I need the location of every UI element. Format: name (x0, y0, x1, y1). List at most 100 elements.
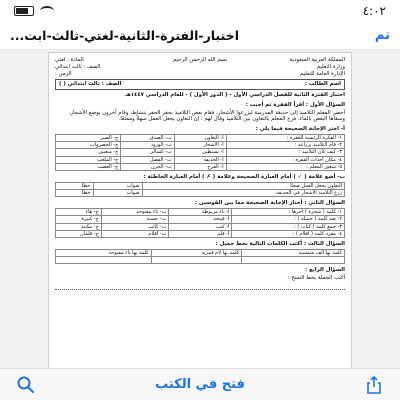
question-1-passage: أحضر المعلم التلاميذ إلى حديقة المدرسة ل… (68, 109, 345, 123)
table-row: التعاون يجعل العمل صعبًا . صواب خطأ (55, 181, 346, 191)
table-cell: ب- تاء مفتوحة (100, 207, 170, 217)
status-icons (14, 6, 54, 16)
table-cell: كلمة بها ألف شمسية (241, 248, 345, 258)
header-line: وزارة التعليم (316, 63, 345, 70)
header-line: الزمن : (55, 70, 72, 77)
answer-cell (150, 256, 243, 264)
table-cell: ج- مكتبة (55, 222, 102, 231)
table-cell: كلمة بها تاء مفتوحة (55, 248, 152, 258)
table-cell: أ- نشيطين (173, 148, 227, 157)
question-1-title: السؤال الأول : أقرأ الفقرة ثم أجيب : (245, 101, 345, 108)
question-3-title: السؤال الثالث : أكتب الكلمات التالية بخط… (215, 241, 345, 247)
table-cell: أ- قبيحة (168, 215, 233, 224)
table-cell: ب- كسالى (120, 148, 175, 157)
search-icon (17, 376, 34, 393)
table-cell: ٢- قام التلاميذ بزراعة : (225, 140, 346, 150)
table-row: ٣- كيف كان التلاميذ : أ- نشيطين ب- كسالى… (54, 148, 346, 157)
question-3-table: كلمة بها ألف شمسية كلمة بها لام قمرية كل… (55, 248, 345, 264)
table-row (55, 256, 345, 264)
table-cell: خطأ (55, 188, 94, 198)
table-cell: ٤- مكان أحداث الفقرة : (225, 155, 346, 164)
table-cell: ج- قلمان (55, 229, 102, 239)
header-line: الإدارة العامة للتعليم (299, 70, 345, 77)
table-cell: أ- تاء مربوطة (168, 207, 233, 217)
page-header: المملكة العربية السعودية وزارة التعليم ا… (55, 57, 345, 77)
table-cell: ب- الفصل (120, 155, 175, 164)
question-2-title: السؤال الثاني : أختار الإجابة الصحيحة مم… (194, 200, 345, 207)
table-row: ١- الفكرة الرئيسة للفقرة : أ- التعاون ب-… (54, 133, 346, 143)
document-viewer[interactable]: المملكة العربية السعودية وزارة التعليم ا… (0, 50, 400, 368)
share-button[interactable] (364, 375, 384, 395)
table-cell: أ- الحديقة (173, 155, 227, 164)
true-false-table: التعاون يجعل العمل صعبًا . صواب خطأ زرع … (55, 181, 346, 198)
table-cell: كلمة بها لام قمرية (150, 248, 243, 258)
student-label: اسم الطالب : (304, 81, 341, 88)
header-center: بسم الله الرحمن الرحيم (152, 57, 248, 64)
header-left: المادة : لغتي الصف : ثالث ابتدائي الزمن … (55, 57, 151, 77)
table-cell: صواب (92, 188, 143, 198)
table-row: كلمة بها ألف شمسية كلمة بها لام قمرية كل… (55, 248, 345, 258)
header-line: المادة : لغتي (55, 57, 84, 63)
table-row: ٤- مكان أحداث الفقرة : أ- الحديقة ب- الف… (54, 155, 346, 164)
table-cell: خطأ (55, 181, 94, 191)
question-1-part-a: أ- اختر الإجابة الصحيحة فيما يلي : (255, 126, 345, 132)
table-cell: ج- متعبين (54, 148, 122, 157)
bottom-toolbar: فتح في الكتب (0, 368, 400, 400)
question-4-instruction: أكتب الجملة بخط النسخ : (287, 274, 345, 281)
table-cell: ج- الغضب (54, 162, 122, 172)
table-cell: ٣- كيف كان التلاميذ : (225, 148, 346, 157)
table-cell: أ- قلم (168, 229, 233, 239)
share-icon (367, 375, 381, 394)
table-row: ٢- قام التلاميذ بزراعة : أ- الأشجار ب- ا… (54, 140, 346, 150)
table-cell: التعاون يجعل العمل صعبًا . (141, 181, 346, 191)
question-1-part-b: ب- أضع علامة ( ✓ ) أمام العبارة الصحيحة … (143, 174, 345, 180)
table-cell: ج- هاء (55, 207, 102, 217)
open-in-books-button[interactable]: فتح في الكتب (155, 377, 245, 392)
table-cell: ب- الورود (120, 140, 175, 150)
table-cell: ب- كاتب (100, 222, 170, 231)
exam-title: اختبار الفترة الثانية للفصل الدراسي الأو… (125, 92, 345, 98)
header-line: المملكة العربية السعودية (289, 57, 345, 63)
table-cell: ج- الخضروات (54, 140, 122, 150)
class-label: الصف : ثالث ابتدائي ( ) (59, 81, 122, 88)
table-row: ٢- ضد كلمة ( جميلة ) : أ- قبيحة ب- حسنة … (55, 215, 345, 224)
table-cell: ب- الحزن (120, 162, 175, 172)
status-bar: ٤:٠٢ (0, 0, 400, 22)
student-info-box: اسم الطالب : الصف : ثالث ابتدائي ( ) (55, 79, 345, 90)
header-right: المملكة العربية السعودية وزارة التعليم ا… (249, 57, 345, 77)
battery-icon (14, 6, 34, 16)
table-cell: ١- الفكرة الرئيسة للفقرة : (225, 133, 346, 143)
document-title: اختبار-الفترة-الثانية-لغتي-ثالث-ابت... (10, 28, 239, 43)
table-cell: ب- الصدق (120, 133, 175, 143)
basmala: بسم الله الرحمن الرحيم (172, 57, 228, 63)
header-line: الصف : ثالث ابتدائي (55, 63, 101, 70)
table-cell: أ- كتب (168, 222, 233, 231)
table-cell: ٣- جمع كلمة ( كتاب ) : (231, 222, 345, 231)
table-cell: أ- الأشجار (173, 140, 227, 150)
table-cell: ب- حسنة (100, 215, 170, 224)
table-row: ١- كلمة ( شجرة ) آخرها : أ- تاء مربوطة ب… (55, 207, 345, 217)
table-row: ٣- جمع كلمة ( كتاب ) : أ- كتب ب- كاتب ج-… (55, 222, 345, 231)
table-row: ٤- مفرد كلمة ( أقلام ) : أ- قلم ب- أقلام… (55, 229, 345, 239)
table-cell: أ- التعاون (173, 133, 227, 143)
nav-bar: اختبار-الفترة-الثانية-لغتي-ثالث-ابت... ت… (0, 22, 400, 50)
table-cell: أ- الفرح (173, 162, 227, 172)
question-4-title: السؤال الرابع : (305, 267, 345, 273)
table-cell: ج- كبيرة (55, 215, 102, 224)
table-cell: زرع التلاميذ الأشجار في الحديقة . (141, 188, 346, 198)
answer-cell (241, 256, 345, 264)
table-cell: صواب (92, 181, 143, 191)
table-cell: ج- الصبر (54, 133, 122, 143)
question-2-table: ١- كلمة ( شجرة ) آخرها : أ- تاء مربوطة ب… (55, 207, 345, 239)
table-row: ٥- شعور المعلم : أ- الفرح ب- الحزن ج- ال… (54, 162, 346, 172)
status-time: ٤:٠٢ (362, 4, 386, 18)
table-cell: ٤- مفرد كلمة ( أقلام ) : (231, 229, 345, 239)
done-button[interactable]: تم (375, 28, 390, 43)
table-cell: ج- الملعب (54, 155, 122, 164)
table-cell: ٥- شعور المعلم : (225, 162, 346, 172)
search-button[interactable] (16, 375, 36, 395)
wifi-icon (40, 6, 54, 16)
document-page: المملكة العربية السعودية وزارة التعليم ا… (48, 52, 352, 368)
question-1-table: ١- الفكرة الرئيسة للفقرة : أ- التعاون ب-… (54, 133, 346, 172)
table-cell: ١- كلمة ( شجرة ) آخرها : (231, 207, 345, 217)
